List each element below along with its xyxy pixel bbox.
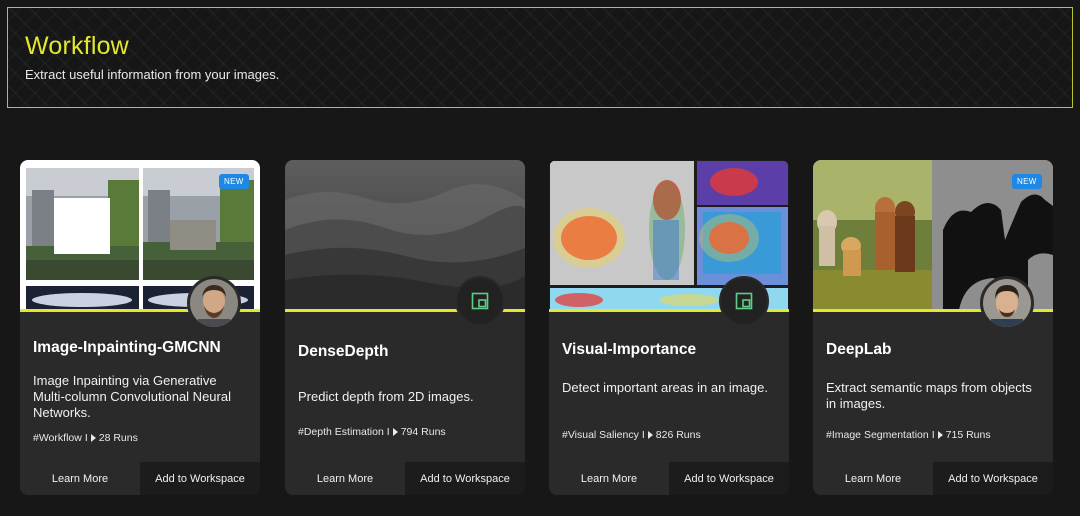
card-description: Extract semantic maps from objects in im… [826, 380, 1032, 411]
picture-in-picture-icon [471, 292, 489, 310]
card-description: Predict depth from 2D images. [298, 389, 474, 404]
add-to-workspace-button[interactable]: Add to Workspace [140, 462, 260, 495]
card-actions: Learn More Add to Workspace [549, 462, 789, 495]
add-to-workspace-button[interactable]: Add to Workspace [405, 462, 525, 495]
run-count: 794 Runs [400, 426, 446, 438]
meta-separator: I [931, 429, 935, 441]
card-actions: Learn More Add to Workspace [813, 462, 1053, 495]
card-title[interactable]: DenseDepth [298, 343, 388, 361]
card-title[interactable]: Visual-Importance [562, 341, 696, 359]
run-count: 826 Runs [655, 429, 701, 441]
model-card-deeplab[interactable]: DeepLab Extract semantic maps from objec… [813, 160, 1053, 495]
card-title[interactable]: Image-Inpainting-GMCNN [33, 339, 221, 357]
play-icon [647, 431, 653, 439]
picture-in-picture-icon [735, 292, 753, 310]
app-icon-circle[interactable] [455, 276, 505, 326]
card-actions: Learn More Add to Workspace [20, 462, 260, 495]
model-card-densedepth[interactable]: DenseDepth Predict depth from 2D images.… [285, 160, 525, 495]
meta-separator: I [386, 426, 390, 438]
card-meta: #Image Segmentation I 715 Runs [826, 429, 991, 441]
card-title[interactable]: DeepLab [826, 341, 891, 359]
learn-more-button[interactable]: Learn More [285, 462, 405, 495]
workflow-banner: Workflow Extract useful information from… [7, 7, 1073, 108]
card-tag[interactable]: #Image Segmentation [826, 429, 929, 441]
add-to-workspace-button[interactable]: Add to Workspace [669, 462, 789, 495]
meta-separator: I [641, 429, 645, 441]
page-subtitle: Extract useful information from your ima… [25, 67, 280, 82]
new-badge: NEW [1012, 174, 1042, 189]
app-icon-circle[interactable] [719, 276, 769, 326]
card-meta: #Visual Saliency I 826 Runs [562, 429, 701, 441]
add-to-workspace-button[interactable]: Add to Workspace [933, 462, 1053, 495]
meta-separator: I [84, 432, 88, 444]
card-tag[interactable]: #Visual Saliency [562, 429, 639, 441]
card-actions: Learn More Add to Workspace [285, 462, 525, 495]
learn-more-button[interactable]: Learn More [20, 462, 140, 495]
model-card-image-inpainting[interactable]: Image-Inpainting-GMCNN Image Inpainting … [20, 160, 260, 495]
new-badge: NEW [219, 174, 249, 189]
run-count: 715 Runs [945, 429, 991, 441]
card-meta: #Depth Estimation I 794 Runs [298, 426, 446, 438]
card-meta: #Workflow I 28 Runs [33, 432, 138, 444]
card-description: Image Inpainting via Generative Multi-co… [33, 373, 231, 420]
card-tag[interactable]: #Workflow [33, 432, 82, 444]
model-card-visual-importance[interactable]: Visual-Importance Detect important areas… [549, 160, 789, 495]
learn-more-button[interactable]: Learn More [813, 462, 933, 495]
run-count: 28 Runs [98, 432, 138, 444]
page-title: Workflow [25, 32, 129, 60]
play-icon [937, 431, 943, 439]
card-description: Detect important areas in an image. [562, 380, 768, 395]
author-avatar[interactable] [980, 276, 1034, 330]
play-icon [90, 434, 96, 442]
author-avatar[interactable] [187, 276, 241, 330]
learn-more-button[interactable]: Learn More [549, 462, 669, 495]
play-icon [392, 428, 398, 436]
card-tag[interactable]: #Depth Estimation [298, 426, 384, 438]
